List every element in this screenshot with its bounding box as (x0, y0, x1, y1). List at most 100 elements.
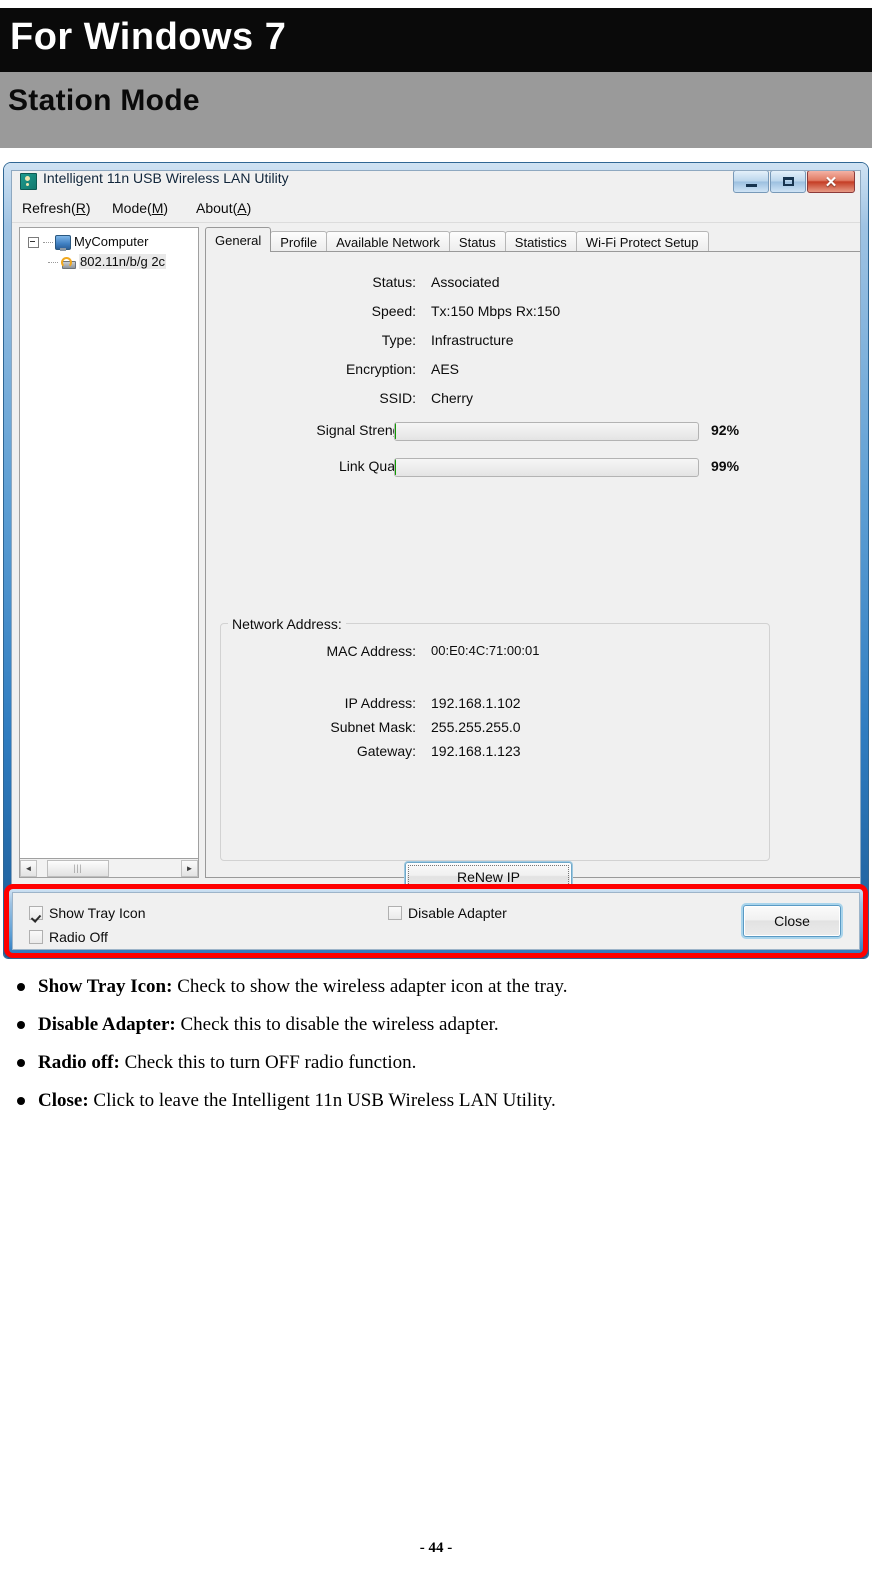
bullet-icon (17, 983, 25, 991)
app-icon (20, 173, 37, 190)
bullet-icon (17, 1097, 25, 1105)
menu-bar: Refresh(R) Mode(M) About(A) (12, 196, 860, 223)
options-bar: Show Tray Icon Radio Off Disable Adapter… (12, 892, 860, 950)
checkbox-icon[interactable] (29, 906, 43, 920)
signal-strength-fill (395, 423, 396, 439)
list-item-term: Radio off: (38, 1052, 120, 1073)
field-encryption-value: AES (431, 361, 460, 377)
signal-strength-percent: 92% (711, 422, 740, 438)
window-controls: ✕ (732, 171, 855, 193)
close-button-label: Close (774, 913, 810, 929)
scrollbar-track[interactable]: ||| (37, 859, 181, 877)
section-title: Station Mode (8, 84, 200, 117)
tab-available-network[interactable]: Available Network (326, 231, 450, 252)
document-header-bar: For Windows 7 (0, 8, 872, 72)
window-client-area: Intelligent 11n USB Wireless LAN Utility… (11, 170, 861, 952)
link-quality-label: Link Quality: (338, 458, 416, 474)
menu-item-about[interactable]: About(A) (196, 200, 251, 216)
minimize-icon (734, 171, 768, 192)
list-item-term: Disable Adapter: (38, 1014, 176, 1035)
document-section-bar: Station Mode (0, 72, 872, 148)
tab-strip: General Profile Available Network Status… (205, 227, 709, 252)
tab-wifi-protect-setup[interactable]: Wi-Fi Protect Setup (575, 231, 709, 252)
tree-connector (48, 262, 58, 264)
checkbox-label: Radio Off (49, 929, 108, 945)
checkbox-show-tray-icon[interactable]: Show Tray Icon (29, 905, 146, 921)
list-item-desc: Click to leave the Intelligent 11n USB W… (88, 1090, 556, 1111)
close-button[interactable]: Close (743, 905, 841, 937)
highlighted-options-panel: Show Tray Icon Radio Off Disable Adapter… (4, 884, 868, 958)
scroll-left-arrow-icon[interactable]: ◄ (20, 859, 37, 877)
list-item-desc: Check this to disable the wireless adapt… (175, 1014, 499, 1035)
wireless-adapter-icon (60, 256, 76, 269)
adapter-tree[interactable]: MyComputer 802.11n/b/g 2c (19, 227, 199, 859)
field-ssid-value: Cherry (431, 390, 474, 406)
network-address-group-title: Network Address: (228, 616, 346, 632)
tab-profile[interactable]: Profile (270, 231, 328, 252)
field-speed-value: Tx:150 Mbps Rx:150 (431, 303, 561, 319)
gateway-value: 192.168.1.123 (431, 743, 521, 759)
computer-icon (55, 235, 71, 252)
window-titlebar[interactable]: Intelligent 11n USB Wireless LAN Utility… (12, 170, 860, 196)
maximize-icon (771, 171, 805, 192)
menu-item-refresh[interactable]: Refresh(R) (22, 200, 90, 216)
subnet-mask-value: 255.255.255.0 (431, 719, 521, 735)
window-close-button[interactable]: ✕ (807, 171, 855, 193)
signal-strength-bar (394, 422, 699, 441)
field-speed-label: Speed: (371, 303, 416, 319)
field-status-value: Associated (431, 274, 500, 290)
tab-status[interactable]: Status (448, 231, 506, 252)
link-quality-percent: 99% (711, 458, 740, 474)
field-status-label: Status: (372, 274, 416, 290)
checkbox-label: Disable Adapter (408, 905, 507, 921)
list-item: Radio off: Check this to turn OFF radio … (0, 1051, 872, 1075)
bullet-icon (17, 1021, 25, 1029)
field-type-label: Type: (381, 332, 416, 348)
page-root: For Windows 7 Station Mode Intelligent 1… (0, 0, 872, 1570)
list-item: Disable Adapter: Check this to disable t… (0, 1013, 872, 1037)
bullet-icon (17, 1059, 25, 1067)
window-title: Intelligent 11n USB Wireless LAN Utility (43, 170, 289, 186)
field-encryption-label: Encryption: (345, 361, 416, 377)
gateway-label: Gateway: (356, 743, 416, 759)
link-quality-fill (395, 459, 396, 475)
link-quality-bar (394, 458, 699, 477)
tab-container: General Profile Available Network Status… (205, 227, 860, 918)
close-icon: ✕ (824, 173, 838, 191)
page-footer: - 44 - (419, 1540, 453, 1556)
tree-node-label: 802.11n/b/g 2c (79, 254, 167, 269)
maximize-button[interactable] (770, 171, 806, 193)
checkbox-icon[interactable] (388, 906, 402, 920)
list-item: Show Tray Icon: Check to show the wirele… (0, 975, 872, 999)
signal-strength-label: Signal Strength: (316, 422, 416, 438)
list-item: Close: Click to leave the Intelligent 11… (0, 1089, 872, 1113)
tree-node-adapter[interactable]: 802.11n/b/g 2c (48, 254, 167, 269)
checkbox-disable-adapter[interactable]: Disable Adapter (388, 905, 507, 921)
tree-connector (43, 242, 53, 244)
subnet-mask-label: Subnet Mask: (330, 719, 416, 735)
tree-horizontal-scrollbar[interactable]: ◄ ||| ► (19, 859, 199, 878)
ip-address-value: 192.168.1.102 (431, 695, 521, 711)
list-item-desc: Check to show the wireless adapter icon … (172, 976, 568, 997)
menu-item-mode[interactable]: Mode(M) (112, 200, 168, 216)
checkbox-icon[interactable] (29, 930, 43, 944)
tab-statistics[interactable]: Statistics (504, 231, 577, 252)
mac-address-label: MAC Address: (326, 643, 416, 659)
scroll-right-arrow-icon[interactable]: ► (181, 859, 198, 877)
list-item-term: Close: (38, 1090, 89, 1111)
field-type-value: Infrastructure (431, 332, 514, 348)
ip-address-label: IP Address: (344, 695, 416, 711)
collapse-icon[interactable] (28, 237, 39, 249)
page-title: For Windows 7 (10, 16, 287, 58)
tree-node-mycomputer[interactable]: MyComputer (28, 234, 148, 252)
tab-panel-general: Status: Associated Speed: Tx:150 Mbps Rx… (205, 251, 860, 918)
checkbox-radio-off[interactable]: Radio Off (29, 929, 108, 945)
list-item-desc: Check this to turn OFF radio function. (119, 1052, 417, 1073)
checkbox-label: Show Tray Icon (49, 905, 146, 921)
description-list: Show Tray Icon: Check to show the wirele… (0, 975, 872, 1127)
tab-general[interactable]: General (205, 227, 272, 252)
minimize-button[interactable] (733, 171, 769, 193)
list-item-term: Show Tray Icon: (38, 976, 173, 997)
scrollbar-thumb[interactable]: ||| (47, 859, 109, 877)
field-ssid-label: SSID: (379, 390, 416, 406)
